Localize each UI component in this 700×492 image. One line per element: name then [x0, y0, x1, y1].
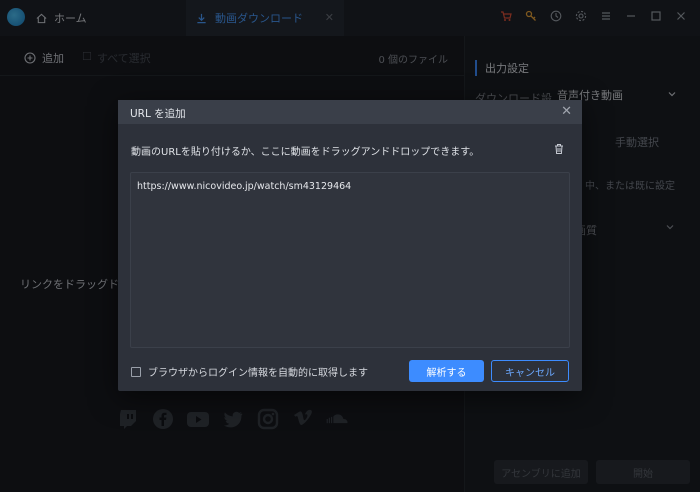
dialog-header: URL を追加 ✕	[118, 100, 582, 124]
trash-icon[interactable]	[550, 140, 568, 158]
url-input[interactable]	[130, 172, 570, 348]
auto-login-option[interactable]: ブラウザからログイン情報を自動的に取得します	[131, 364, 368, 379]
cancel-button[interactable]: キャンセル	[491, 360, 569, 382]
auto-login-checkbox[interactable]	[131, 366, 141, 377]
dialog-title: URL を追加	[130, 108, 186, 120]
dialog-instruction: 動画のURLを貼り付けるか、ここに動画をドラッグアンドドロップできます。	[131, 147, 480, 158]
parse-button[interactable]: 解析する	[409, 360, 484, 382]
auto-login-label: ブラウザからログイン情報を自動的に取得します	[148, 368, 368, 379]
dialog-close-icon[interactable]: ✕	[561, 104, 572, 119]
add-url-dialog: URL を追加 ✕ 動画のURLを貼り付けるか、ここに動画をドラッグアンドドロッ…	[118, 100, 582, 391]
